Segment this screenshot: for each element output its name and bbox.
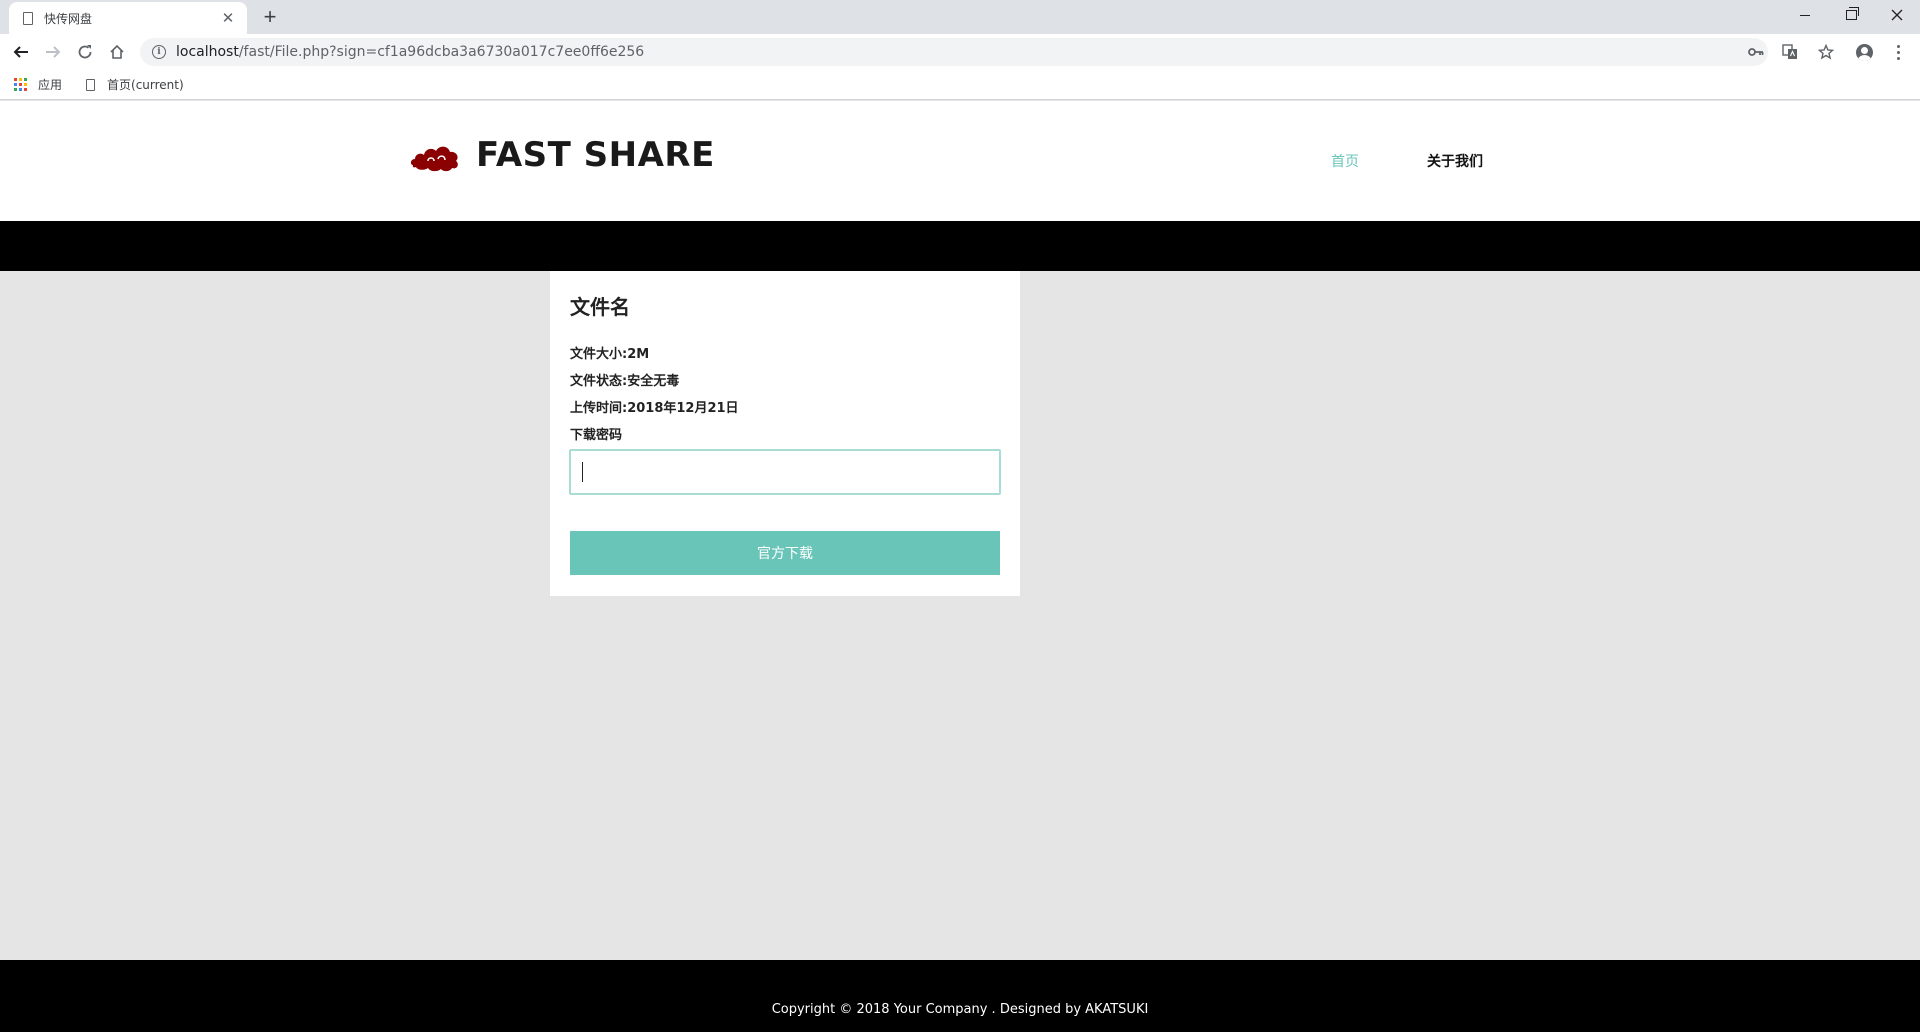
upload-time: 上传时间:2018年12月21日 [570, 401, 739, 416]
profile-avatar-icon[interactable] [1852, 40, 1876, 64]
apps-grid-dot [24, 88, 27, 92]
browser-tab-strip: 快传网盘 ✕ + [0, 0, 1920, 34]
site-header: FAST SHARE 首页 关于我们 [0, 101, 1920, 221]
minimize-icon [1800, 14, 1810, 16]
restore-icon [1845, 7, 1859, 20]
reload-button[interactable] [71, 38, 99, 66]
url-host: localhost [176, 44, 239, 60]
bookmark-apps-label: 应用 [38, 78, 63, 92]
copyright-text: Copyright © 2018 Your Company . Designed… [771, 1002, 1149, 1017]
avatar [1855, 43, 1873, 61]
page-icon [23, 11, 33, 25]
cloud-shape [410, 146, 458, 172]
file-card: 文件名 文件大小:2M 文件状态:安全无毒 上传时间:2018年12月21日 下… [550, 271, 1020, 596]
url-text: localhost/fast/File.php?sign=cf1a96dcba3… [176, 44, 644, 60]
apps-grid-dot [14, 82, 17, 86]
arrow-left-icon [13, 46, 28, 58]
restore-button[interactable] [1828, 0, 1874, 30]
reload-icon [78, 45, 92, 59]
home-icon [110, 44, 124, 59]
download-button[interactable]: 官方下载 [570, 531, 1000, 575]
info-icon[interactable]: i [152, 45, 166, 59]
back-button[interactable] [7, 38, 35, 66]
key-icon[interactable] [1744, 38, 1768, 66]
nav-about-link[interactable]: 关于我们 [1427, 151, 1483, 171]
home-button[interactable] [103, 38, 131, 66]
close-icon [1891, 9, 1903, 21]
browser-tab[interactable]: 快传网盘 ✕ [9, 2, 247, 34]
more-menu-icon[interactable] [1888, 40, 1908, 64]
page-icon [86, 78, 96, 91]
apps-grid-dot [24, 77, 27, 81]
file-name: 文件名 [570, 295, 630, 319]
tab-title: 快传网盘 [44, 11, 93, 26]
apps-grid-dot [14, 77, 17, 81]
apps-grid-dot [19, 77, 22, 81]
hero-band [0, 221, 1920, 271]
bookmarks-bar: 应用 首页(current) [0, 70, 1920, 100]
bookmark-home[interactable]: 首页(current) [86, 76, 184, 93]
close-window-button[interactable] [1874, 0, 1920, 30]
translate-shape [1782, 44, 1797, 59]
password-label: 下载密码 [570, 428, 623, 443]
apps-grid-dot [14, 88, 17, 92]
star-icon[interactable] [1814, 38, 1838, 66]
file-status: 文件状态:安全无毒 [570, 374, 680, 389]
apps-grid-dot [19, 88, 22, 92]
close-tab-icon[interactable]: ✕ [219, 9, 237, 27]
arrow-right-icon [46, 46, 61, 58]
text-caret [582, 462, 583, 482]
browser-toolbar: i localhost/fast/File.php?sign=cf1a96dcb… [0, 34, 1920, 70]
address-bar[interactable]: i localhost/fast/File.php?sign=cf1a96dcb… [140, 38, 1834, 66]
translate-icon[interactable] [1778, 38, 1802, 66]
new-tab-button[interactable]: + [258, 4, 282, 30]
star-shape [1818, 44, 1834, 60]
minimize-button[interactable] [1782, 0, 1828, 30]
apps-grid-icon [14, 77, 28, 92]
apps-grid-dot [24, 82, 27, 86]
red-cloud-logo-icon[interactable] [410, 139, 460, 173]
nav-home-link[interactable]: 首页 [1331, 151, 1359, 171]
site-title[interactable]: FAST SHARE [476, 135, 715, 175]
url-path: /fast/File.php?sign=cf1a96dcba3a6730a017… [238, 44, 645, 60]
key-shape [1748, 48, 1764, 56]
apps-grid-dot [19, 82, 22, 86]
bookmark-apps[interactable]: 应用 [14, 76, 62, 93]
password-input[interactable] [569, 449, 1001, 495]
file-size: 文件大小:2M [570, 347, 650, 362]
forward-button[interactable] [39, 38, 67, 66]
site-footer: Copyright © 2018 Your Company . Designed… [0, 960, 1920, 1032]
bookmark-home-label: 首页(current) [107, 78, 184, 92]
